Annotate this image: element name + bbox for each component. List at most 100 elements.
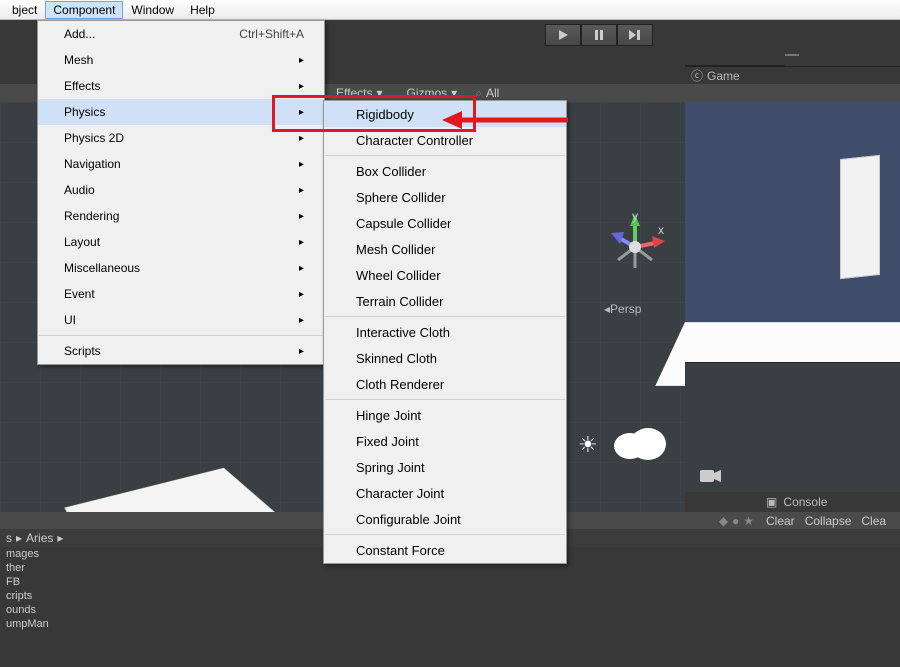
submenu-item-box-collider[interactable]: Box Collider [324, 158, 566, 184]
clear-on-play-button[interactable]: Clea [861, 514, 886, 528]
submenu-item-terrain-collider[interactable]: Terrain Collider [324, 288, 566, 314]
chevron-right-icon: ▸ [299, 159, 304, 170]
menu-item-rendering[interactable]: Rendering ▸ [38, 203, 324, 229]
chevron-right-icon: ▸ [299, 133, 304, 144]
menu-help[interactable]: Help [182, 1, 223, 19]
menu-item-add[interactable]: Add... Ctrl+Shift+A [38, 21, 324, 47]
submenu-item-cloth-renderer[interactable]: Cloth Renderer [324, 371, 566, 397]
menu-item-effects[interactable]: Effects▸ [38, 73, 324, 99]
orientation-gizmo[interactable]: x y [600, 212, 664, 276]
game-tab-label: Game [707, 69, 740, 83]
menu-component[interactable]: Component [45, 1, 123, 19]
submenu-item-interactive-cloth[interactable]: Interactive Cloth [324, 319, 566, 345]
collapse-button[interactable]: Collapse [805, 514, 852, 528]
console-tab[interactable]: ▣ Console [760, 494, 900, 512]
console-tab-label: Console [783, 495, 827, 509]
menu-separator [325, 534, 565, 535]
list-item[interactable]: cripts [0, 589, 330, 603]
submenu-item-sphere-collider[interactable]: Sphere Collider [324, 184, 566, 210]
step-button[interactable] [617, 24, 653, 46]
menu-item-label: Navigation [64, 157, 121, 171]
game-tab[interactable]: ⓒ Game [685, 66, 900, 84]
menu-item-navigation[interactable]: Navigation ▸ [38, 151, 324, 177]
filter-icon[interactable]: ● [732, 514, 739, 528]
chevron-right-icon: ▸ [299, 263, 304, 274]
chevron-right-icon: ▸ [299, 211, 304, 222]
menu-item-label: Physics [64, 105, 105, 119]
clear-button[interactable]: Clear [766, 514, 795, 528]
menu-separator [39, 335, 323, 336]
menu-item-mesh[interactable]: Mesh▸ [38, 47, 324, 73]
list-item[interactable]: mages [0, 547, 330, 561]
game-view[interactable] [685, 102, 900, 492]
chevron-right-icon: ▸ [299, 237, 304, 248]
list-item[interactable]: ther [0, 561, 330, 575]
search-icon: ⌕ [475, 86, 482, 101]
search-all[interactable]: All [486, 86, 499, 100]
cloud-icon [608, 422, 668, 465]
menu-separator [325, 316, 565, 317]
submenu-item-capsule-collider[interactable]: Capsule Collider [324, 210, 566, 236]
console-toolbar: Clear Collapse Clea [760, 512, 900, 529]
chevron-down-icon: ▾ [451, 86, 457, 100]
submenu-item-rigidbody[interactable]: Rigidbody [324, 101, 566, 127]
menu-object[interactable]: bject [4, 1, 45, 19]
play-button[interactable] [545, 24, 581, 46]
filter-icon[interactable]: ◆ [719, 514, 728, 528]
chevron-right-icon: ▸ [299, 315, 304, 326]
divider [685, 54, 785, 66]
menu-item-physics[interactable]: Physics ▸ [38, 99, 324, 125]
gizmos-dropdown[interactable]: Gizmos [407, 86, 448, 100]
submenu-item-fixed-joint[interactable]: Fixed Joint [324, 428, 566, 454]
panel-handle[interactable] [785, 54, 799, 56]
submenu-item-spring-joint[interactable]: Spring Joint [324, 454, 566, 480]
component-menu: Add... Ctrl+Shift+A Mesh▸ Effects▸ Physi… [37, 20, 325, 365]
menu-item-audio[interactable]: Audio ▸ [38, 177, 324, 203]
chevron-right-icon: ▸ [57, 531, 63, 545]
list-item[interactable]: umpMan [0, 617, 330, 631]
menu-item-label: Effects [64, 79, 100, 93]
chevron-right-icon: ▸ [299, 289, 304, 300]
effects-dropdown[interactable]: Effects [336, 86, 372, 100]
menu-item-ui[interactable]: UI ▸ [38, 307, 324, 333]
menu-item-label: Mesh [64, 53, 93, 67]
submenu-item-wheel-collider[interactable]: Wheel Collider [324, 262, 566, 288]
submenu-item-skinned-cloth[interactable]: Skinned Cloth [324, 345, 566, 371]
menu-item-event[interactable]: Event▸ [38, 281, 324, 307]
menu-item-label: Rendering [64, 209, 119, 223]
breadcrumb-root: s [6, 531, 12, 545]
menu-item-shortcut: Ctrl+Shift+A [239, 27, 304, 41]
menu-item-layout[interactable]: Layout▸ [38, 229, 324, 255]
submenu-item-constant-force[interactable]: Constant Force [324, 537, 566, 563]
pause-button[interactable] [581, 24, 617, 46]
submenu-item-mesh-collider[interactable]: Mesh Collider [324, 236, 566, 262]
menu-item-scripts[interactable]: Scripts▸ [38, 338, 324, 364]
menu-separator [325, 399, 565, 400]
list-item[interactable]: FB [0, 575, 330, 589]
star-icon[interactable]: ★ [743, 514, 754, 528]
list-item[interactable]: ounds [0, 603, 330, 617]
chevron-right-icon: ▸ [299, 185, 304, 196]
console-icon: ▣ [766, 495, 777, 509]
submenu-item-configurable-joint[interactable]: Configurable Joint [324, 506, 566, 532]
play-controls [545, 24, 653, 46]
chevron-down-icon: ▾ [376, 86, 382, 100]
breadcrumb-folder[interactable]: Aries [26, 531, 53, 545]
project-list: mages ther FB cripts ounds umpMan [0, 547, 330, 667]
menubar: bject Component Window Help [0, 0, 900, 20]
light-icon: ☀ [578, 432, 598, 458]
menu-item-label: Scripts [64, 344, 101, 358]
chevron-right-icon: ▸ [299, 107, 304, 118]
submenu-item-character-controller[interactable]: Character Controller [324, 127, 566, 153]
persp-label[interactable]: ◂Persp [604, 302, 641, 316]
submenu-item-character-joint[interactable]: Character Joint [324, 480, 566, 506]
menu-item-physics2d[interactable]: Physics 2D ▸ [38, 125, 324, 151]
menu-item-label: Audio [64, 183, 95, 197]
menu-item-miscellaneous[interactable]: Miscellaneous ▸ [38, 255, 324, 281]
svg-text:x: x [658, 223, 664, 237]
menu-item-label: UI [64, 313, 76, 327]
menu-window[interactable]: Window [123, 1, 182, 19]
menu-item-label: Physics 2D [64, 131, 124, 145]
menu-item-label: Miscellaneous [64, 261, 140, 275]
submenu-item-hinge-joint[interactable]: Hinge Joint [324, 402, 566, 428]
